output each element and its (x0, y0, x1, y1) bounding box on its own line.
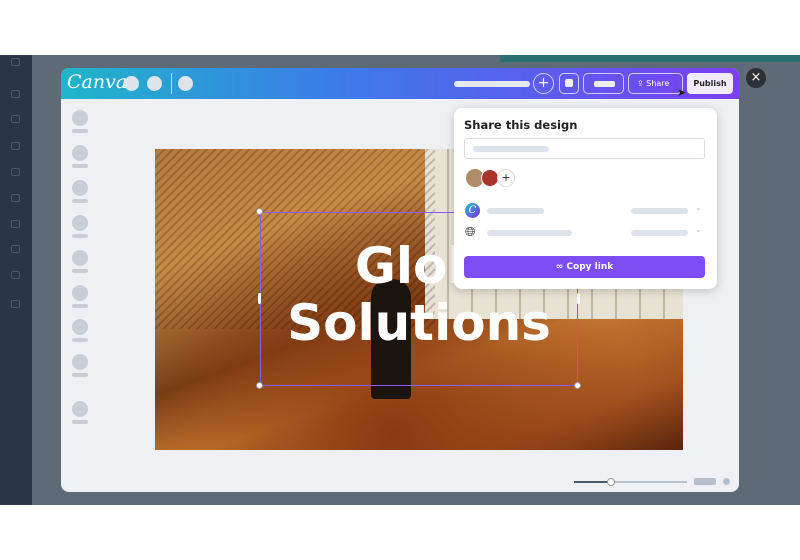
close-button[interactable]: × (746, 68, 766, 88)
tool-item[interactable] (72, 180, 88, 203)
resize-handle[interactable] (577, 293, 580, 304)
zoom-slider-thumb[interactable] (607, 478, 615, 486)
plus-icon: + (537, 75, 550, 91)
tool-item[interactable] (72, 401, 88, 424)
tool-item[interactable] (72, 319, 88, 342)
link-icon: ∞ (555, 262, 564, 272)
toolbar-square-button[interactable] (559, 73, 579, 94)
access-dropdown[interactable] (631, 208, 688, 214)
upload-icon: ⇪ (637, 79, 644, 88)
share-panel-title: Share this design (464, 118, 578, 132)
tool-item[interactable] (72, 215, 88, 238)
toolbar-button[interactable] (147, 76, 162, 91)
share-button[interactable]: ⇪ Share (628, 73, 683, 94)
design-title-placeholder[interactable] (454, 81, 530, 87)
divider (171, 73, 172, 94)
link-access-dropdown[interactable] (631, 230, 688, 236)
background-bar (500, 55, 800, 62)
people-input[interactable] (464, 138, 705, 159)
toolbar-pill-button[interactable] (583, 73, 624, 94)
resize-handle[interactable] (574, 382, 581, 389)
tool-item[interactable] (72, 145, 88, 168)
tool-item[interactable] (72, 250, 88, 273)
tool-item[interactable] (72, 285, 88, 308)
top-toolbar: Canva + ⇪ Share Publish (61, 68, 739, 99)
canva-logo: Canva (67, 71, 128, 93)
resize-handle[interactable] (256, 208, 263, 215)
help-button[interactable] (723, 478, 730, 485)
chevron-down-icon[interactable]: ⌄ (695, 203, 702, 212)
copy-link-button[interactable]: ∞ Copy link (464, 256, 705, 278)
tool-item[interactable] (72, 354, 88, 377)
globe-icon: 🌐︎ (465, 225, 476, 240)
canva-team-icon: C (465, 203, 480, 218)
chevron-down-icon[interactable]: ⌄ (695, 225, 702, 234)
zoom-value-placeholder[interactable] (694, 478, 716, 485)
publish-button[interactable]: Publish (687, 73, 733, 94)
add-button[interactable]: + (533, 73, 554, 94)
toolbar-button[interactable] (124, 76, 139, 91)
background-sidebar (0, 55, 32, 505)
add-people-button[interactable]: + (497, 169, 515, 187)
resize-handle[interactable] (258, 293, 261, 304)
toolbar-button[interactable] (178, 76, 193, 91)
resize-handle[interactable] (256, 382, 263, 389)
mouse-cursor: ➤ (677, 86, 687, 99)
share-panel: Share this design + C ⌄ 🌐︎ ⌄ ∞ Copy link (454, 108, 717, 289)
tool-item[interactable] (72, 110, 88, 133)
zoom-slider[interactable] (574, 478, 687, 486)
